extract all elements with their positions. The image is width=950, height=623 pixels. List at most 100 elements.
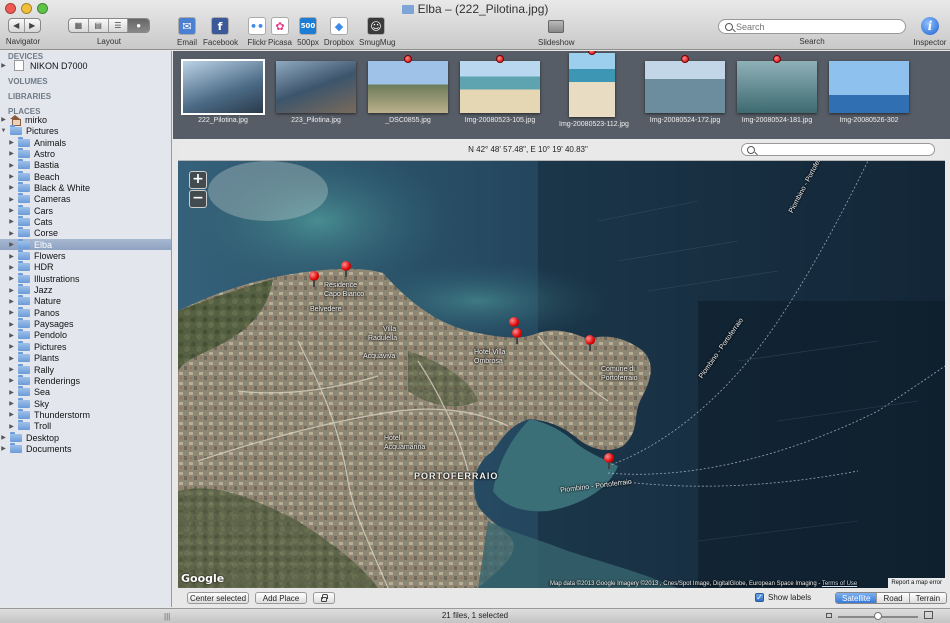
sidebar-item-corse[interactable]: ▶ Corse bbox=[0, 227, 171, 239]
disclosure-triangle-icon[interactable]: ▶ bbox=[8, 275, 15, 282]
disclosure-triangle-icon[interactable]: ▶ bbox=[8, 196, 15, 203]
map-pin[interactable] bbox=[341, 261, 351, 277]
disclosure-triangle-icon[interactable]: ▶ bbox=[8, 207, 15, 214]
sidebar-item-troll[interactable]: ▶ Troll bbox=[0, 420, 171, 432]
sidebar-item-rally[interactable]: ▶ Rally bbox=[0, 363, 171, 375]
sidebar-item-astro[interactable]: ▶ Astro bbox=[0, 147, 171, 159]
disclosure-triangle-icon[interactable]: ▶ bbox=[8, 366, 15, 373]
center-selected-button[interactable]: Center selected bbox=[187, 592, 249, 604]
map-type-satellite[interactable]: Satellite bbox=[836, 593, 878, 603]
slider-knob[interactable] bbox=[874, 612, 882, 620]
disclosure-triangle-icon[interactable]: ▶ bbox=[8, 423, 15, 430]
disclosure-triangle-icon[interactable]: ▶ bbox=[0, 445, 7, 452]
sidebar-item-elba[interactable]: ▶ Elba bbox=[0, 238, 171, 251]
sidebar-item-jazz[interactable]: ▶ Jazz bbox=[0, 284, 171, 296]
map-pin[interactable] bbox=[604, 453, 614, 469]
search-input[interactable] bbox=[736, 21, 896, 32]
sidebar-item-bastia[interactable]: ▶ Bastia bbox=[0, 159, 171, 171]
disclosure-triangle-icon[interactable]: ▶ bbox=[8, 332, 15, 339]
sidebar-item-sky[interactable]: ▶ Sky bbox=[0, 397, 171, 409]
sidebar-item-paysages[interactable]: ▶ Paysages bbox=[0, 318, 171, 330]
sidebar-item-sea[interactable]: ▶ Sea bbox=[0, 386, 171, 398]
thumbnail[interactable]: Img-20080524-181.jpg bbox=[737, 51, 817, 139]
disclosure-triangle-icon[interactable]: ▶ bbox=[8, 321, 15, 328]
map-pin[interactable] bbox=[309, 271, 319, 287]
sidebar-item-black-white[interactable]: ▶ Black & White bbox=[0, 181, 171, 193]
500px-share-button[interactable]: 500 500px bbox=[291, 17, 325, 47]
sidebar-item-thunderstorm[interactable]: ▶ Thunderstorm bbox=[0, 408, 171, 420]
sidebar-item-cameras[interactable]: ▶ Cameras bbox=[0, 193, 171, 205]
show-labels-checkbox[interactable]: ✓ Show labels bbox=[755, 593, 811, 602]
thumbnail[interactable]: _DSC0855.jpg bbox=[368, 51, 448, 139]
layout-grid-button[interactable]: ▦ bbox=[69, 19, 89, 32]
disclosure-triangle-icon[interactable]: ▶ bbox=[8, 139, 15, 146]
smugmug-share-button[interactable]: ☺ SmugMug bbox=[359, 17, 395, 47]
terms-of-use-link[interactable]: Terms of Use bbox=[822, 581, 857, 587]
map-pin[interactable] bbox=[585, 335, 595, 351]
disclosure-triangle-icon[interactable]: ▶ bbox=[8, 173, 15, 180]
map-pin[interactable] bbox=[512, 328, 522, 344]
zoom-in-button[interactable]: + bbox=[189, 171, 207, 189]
layout-map-button[interactable]: ● bbox=[128, 19, 149, 32]
disclosure-triangle-icon[interactable]: ▶ bbox=[8, 400, 15, 407]
sidebar-item-beach[interactable]: ▶ Beach bbox=[0, 170, 171, 182]
disclosure-triangle-icon[interactable]: ▶ bbox=[8, 162, 15, 169]
zoom-out-button[interactable]: − bbox=[189, 190, 207, 208]
map-type-road[interactable]: Road bbox=[877, 593, 910, 603]
sidebar-item-panos[interactable]: ▶ Panos bbox=[0, 306, 171, 318]
sidebar-item-illustrations[interactable]: ▶ Illustrations bbox=[0, 272, 171, 284]
sidebar-item-desktop[interactable]: ▶ Desktop bbox=[0, 431, 171, 443]
map-type-terrain[interactable]: Terrain bbox=[909, 593, 947, 603]
disclosure-triangle-icon[interactable]: ▶ bbox=[0, 434, 7, 441]
disclosure-triangle-icon[interactable]: ▶ bbox=[8, 184, 15, 191]
sidebar-item-nature[interactable]: ▶ Nature bbox=[0, 295, 171, 307]
thumbnail[interactable]: 222_Pilotina.jpg bbox=[181, 51, 265, 139]
report-map-error-link[interactable]: Report a map error bbox=[888, 578, 945, 588]
forward-button[interactable]: ▶ bbox=[25, 19, 40, 32]
slideshow-button[interactable]: Slideshow bbox=[538, 20, 574, 47]
sidebar-item-animals[interactable]: ▶ Animals bbox=[0, 136, 171, 148]
disclosure-triangle-icon[interactable]: ▶ bbox=[8, 343, 15, 350]
map-search-input[interactable] bbox=[758, 145, 928, 154]
layout-list-button[interactable]: ☰ bbox=[109, 19, 129, 32]
layout-strip-button[interactable]: ▤ bbox=[89, 19, 109, 32]
disclosure-triangle-icon[interactable]: ▶ bbox=[8, 389, 15, 396]
disclosure-triangle-icon[interactable]: ▶ bbox=[8, 309, 15, 316]
sidebar-item-plants[interactable]: ▶ Plants bbox=[0, 352, 171, 364]
disclosure-triangle-icon[interactable]: ▶ bbox=[8, 150, 15, 157]
disclosure-triangle-icon[interactable]: ▶ bbox=[0, 116, 7, 123]
email-share-button[interactable]: ✉ Email bbox=[170, 17, 204, 47]
inspector-button[interactable]: i Inspector bbox=[912, 17, 948, 47]
dropbox-share-button[interactable]: ◆ Dropbox bbox=[322, 17, 356, 47]
add-place-button[interactable]: Add Place bbox=[255, 592, 307, 604]
sidebar-item-cats[interactable]: ▶ Cats bbox=[0, 215, 171, 227]
sidebar-item-hdr[interactable]: ▶ HDR bbox=[0, 261, 171, 273]
disclosure-triangle-icon[interactable]: ▶ bbox=[8, 264, 15, 271]
sidebar-item-home[interactable]: ▶ mirko bbox=[0, 114, 171, 126]
disclosure-triangle-icon[interactable]: ▶ bbox=[8, 253, 15, 260]
thumbnail[interactable]: Img-20080523-112.jpg bbox=[559, 51, 629, 139]
disclosure-triangle-icon[interactable]: ▶ bbox=[8, 241, 15, 248]
disclosure-triangle-icon[interactable]: ▶ bbox=[8, 411, 15, 418]
thumbnail[interactable]: Img-20080523-105.jpg bbox=[460, 51, 540, 139]
map-view[interactable]: + − PORTOFERRAIO Piombino - Portoferraio… bbox=[178, 161, 945, 588]
thumbnail[interactable]: Img-20080524-172.jpg bbox=[645, 51, 725, 139]
sidebar-item-cars[interactable]: ▶ Cars bbox=[0, 204, 171, 216]
sidebar-item-renderings[interactable]: ▶ Renderings bbox=[0, 374, 171, 386]
thumbnail[interactable]: Img-20080526-302 bbox=[829, 51, 909, 139]
disclosure-triangle-icon[interactable]: ▶ bbox=[8, 230, 15, 237]
disclosure-triangle-icon[interactable]: ▶ bbox=[8, 287, 15, 294]
sidebar-item-documents[interactable]: ▶ Documents bbox=[0, 442, 171, 454]
disclosure-triangle-icon[interactable]: ▶ bbox=[8, 218, 15, 225]
disclosure-triangle-icon[interactable]: ▶ bbox=[0, 62, 7, 69]
back-button[interactable]: ◀ bbox=[9, 19, 25, 32]
sidebar-item-pictures[interactable]: ▶ Pictures bbox=[0, 340, 171, 352]
sidebar-item-flowers[interactable]: ▶ Flowers bbox=[0, 250, 171, 262]
thumbnail[interactable]: 223_Pilotina.jpg bbox=[276, 51, 356, 139]
lock-button[interactable] bbox=[313, 592, 335, 604]
disclosure-triangle-icon[interactable]: ▶ bbox=[8, 298, 15, 305]
disclosure-triangle-icon[interactable]: ▶ bbox=[8, 377, 15, 384]
thumbnail-size-slider[interactable] bbox=[838, 612, 918, 620]
sidebar-item-pendolo[interactable]: ▶ Pendolo bbox=[0, 329, 171, 341]
sidebar-item-device[interactable]: ▶ NIKON D7000 bbox=[0, 60, 171, 71]
